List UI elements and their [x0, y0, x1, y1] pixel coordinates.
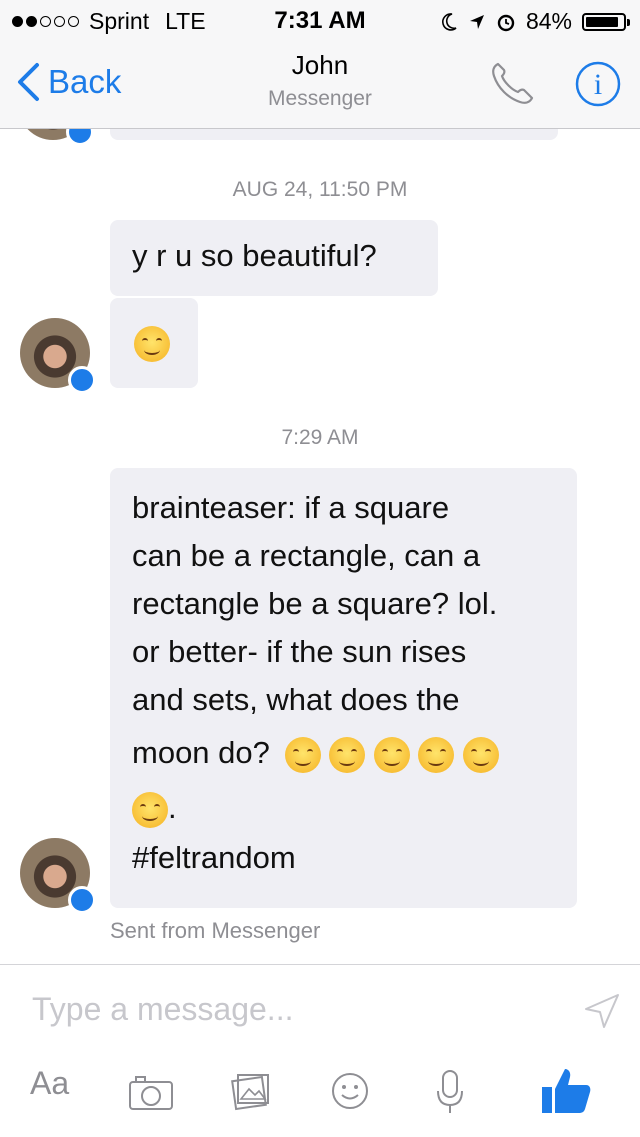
message-text-line: and sets, what does the [132, 682, 460, 717]
message-composer: Type a message... Aa [0, 964, 640, 1137]
avatar[interactable] [20, 838, 96, 914]
message-text-line: moon do? [132, 724, 555, 782]
messenger-badge-icon [68, 366, 96, 394]
message-timestamp: AUG 24, 11:50 PM [232, 178, 408, 201]
contact-name: John [291, 50, 349, 80]
composer-toolbar: Aa [0, 1065, 640, 1125]
send-icon[interactable] [582, 991, 622, 1031]
message-text-line: #feltrandom [132, 840, 296, 875]
message-text-line: can be a rectangle, can a [132, 538, 481, 573]
moon-icon [441, 12, 457, 31]
message-bubble[interactable]: brainteaser: if a square can be a rectan… [110, 468, 577, 908]
message-text: y r u so beautiful? [132, 238, 377, 273]
message-bubble[interactable]: y r u so beautiful? [110, 220, 438, 296]
sent-from-label: Sent from Messenger [110, 918, 321, 943]
battery-icon [582, 12, 630, 31]
emoji-smiley-icon[interactable] [330, 1071, 370, 1111]
status-right: 84% [440, 8, 630, 35]
message-text: moon do? [132, 735, 270, 770]
messenger-badge-icon [68, 886, 96, 914]
smiley-emoji-icon [418, 736, 455, 773]
smiley-emoji-icon [132, 791, 168, 828]
photo-gallery-icon[interactable] [230, 1071, 270, 1111]
smiley-emoji-icon [373, 736, 410, 773]
conversation-subtitle: Messenger [268, 87, 372, 110]
thumbs-up-like-icon[interactable] [540, 1065, 592, 1115]
info-icon[interactable]: i [574, 60, 622, 108]
message-text-line: or better- if the sun rises [132, 634, 467, 669]
avatar[interactable] [20, 318, 96, 394]
camera-icon[interactable] [128, 1075, 174, 1111]
message-bubble-emoji[interactable] [110, 298, 198, 388]
top-bar: Sprint LTE 7:31 AM 84% Back John Messeng… [0, 0, 640, 129]
location-arrow-icon [469, 14, 484, 29]
battery-percent: 84% [525, 8, 572, 34]
text-format-button[interactable]: Aa [30, 1065, 69, 1102]
smiley-emoji-icon [463, 736, 500, 773]
message-input[interactable]: Type a message... [32, 991, 293, 1028]
svg-text:i: i [594, 68, 602, 101]
smiley-emoji-icon [329, 736, 366, 773]
nav-bar: Back John Messenger i [0, 40, 640, 128]
message-text-line: brainteaser: if a square [132, 490, 450, 525]
alarm-clock-icon [497, 14, 515, 31]
message-timestamp: 7:29 AM [281, 426, 359, 449]
smiley-emoji-icon [284, 736, 321, 773]
status-bar: Sprint LTE 7:31 AM 84% [0, 0, 640, 40]
message-text-line: . [132, 782, 555, 834]
conversation-title: John Messenger [0, 50, 640, 111]
smiley-emoji-icon [134, 325, 170, 362]
phone-call-icon[interactable] [488, 60, 538, 106]
microphone-icon[interactable] [434, 1069, 466, 1115]
message-text-line: rectangle be a square? lol. [132, 586, 498, 621]
